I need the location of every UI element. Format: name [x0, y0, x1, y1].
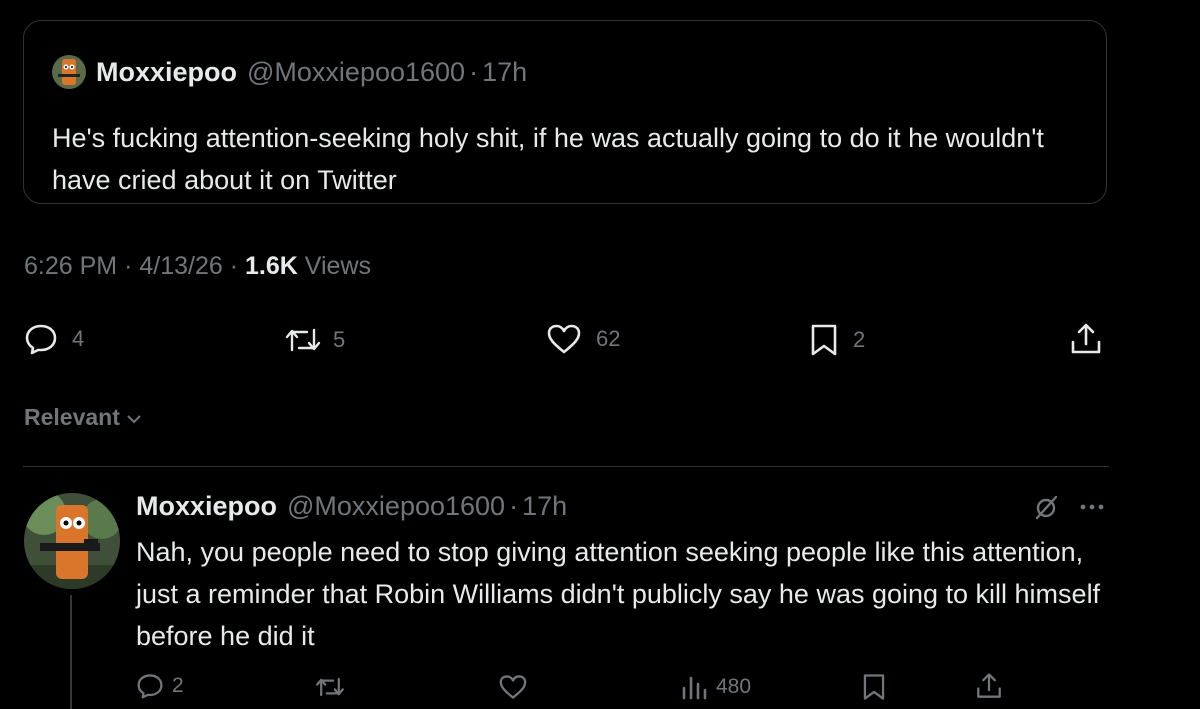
- reply-reply-button[interactable]: 2: [136, 673, 184, 699]
- views-count[interactable]: 1.6K: [245, 252, 298, 280]
- quoted-display-name[interactable]: Moxxiepoo: [96, 57, 237, 88]
- quoted-tweet-header: Moxxiepoo @Moxxiepoo1600 · 17h: [52, 55, 527, 89]
- meta-separator: ·: [124, 252, 133, 280]
- share-button[interactable]: [1069, 322, 1103, 356]
- reply-icon: [136, 673, 164, 699]
- reply-bookmark-button[interactable]: [861, 673, 887, 701]
- quoted-avatar[interactable]: [52, 55, 86, 89]
- reply-share-button[interactable]: [975, 672, 1003, 700]
- bookmark-icon: [809, 323, 839, 357]
- reply-count: 4: [72, 326, 85, 351]
- reply-tweet-text: Nah, you people need to stop giving atte…: [136, 537, 1101, 651]
- tweet-meta: 6:26 PM · 4/13/26 · 1.6K Views: [24, 252, 371, 281]
- reply-repost-button[interactable]: [314, 675, 346, 699]
- bookmark-button[interactable]: 2: [809, 323, 865, 357]
- bookmark-icon: [861, 673, 887, 701]
- heart-icon: [546, 323, 582, 355]
- tweet-time[interactable]: 6:26 PM: [24, 252, 117, 280]
- repost-icon: [283, 326, 323, 354]
- reply-separator: ·: [509, 491, 519, 521]
- chevron-down-icon: [126, 404, 142, 431]
- reply-views-button[interactable]: 480: [680, 674, 751, 700]
- reply-views-count: 480: [716, 675, 752, 698]
- divider: [23, 466, 1109, 467]
- reply-like-button[interactable]: [498, 674, 528, 700]
- repost-button[interactable]: 5: [283, 326, 345, 354]
- more-icon: [1078, 504, 1106, 523]
- sort-label: Relevant: [24, 404, 120, 430]
- analytics-icon: [680, 674, 708, 700]
- like-button[interactable]: 62: [546, 323, 620, 355]
- reply-icon: [24, 323, 58, 355]
- reply-avatar[interactable]: [24, 493, 120, 589]
- heart-icon: [498, 674, 528, 700]
- grok-button[interactable]: [1031, 492, 1061, 527]
- reply-timestamp[interactable]: 17h: [522, 491, 567, 522]
- meta-separator: ·: [229, 252, 239, 280]
- views-label: Views: [304, 252, 372, 280]
- quoted-tweet-text: He's fucking attention-seeking holy shit…: [52, 123, 1044, 195]
- reply-handle[interactable]: @Moxxiepoo1600: [287, 491, 505, 522]
- quoted-handle[interactable]: @Moxxiepoo1600: [247, 57, 465, 88]
- grok-icon: [1031, 495, 1061, 526]
- tweet-date[interactable]: 4/13/26: [139, 252, 222, 280]
- reply-button[interactable]: 4: [24, 323, 84, 355]
- bookmark-count: 2: [853, 327, 866, 352]
- thread-line: [70, 595, 72, 709]
- reply-header: Moxxiepoo @Moxxiepoo1600 · 17h: [136, 491, 567, 522]
- quoted-timestamp[interactable]: 17h: [482, 57, 527, 88]
- sort-dropdown[interactable]: Relevant: [24, 404, 142, 431]
- repost-count: 5: [333, 327, 346, 352]
- quoted-separator: ·: [469, 56, 479, 87]
- reply-display-name[interactable]: Moxxiepoo: [136, 491, 277, 522]
- share-icon: [1069, 322, 1103, 356]
- more-options-button[interactable]: [1078, 495, 1106, 524]
- share-icon: [975, 672, 1003, 700]
- quoted-tweet-card[interactable]: Moxxiepoo @Moxxiepoo1600 · 17h He's fuck…: [23, 20, 1107, 204]
- like-count: 62: [596, 326, 621, 351]
- reply-reply-count: 2: [172, 674, 184, 697]
- repost-icon: [314, 675, 346, 699]
